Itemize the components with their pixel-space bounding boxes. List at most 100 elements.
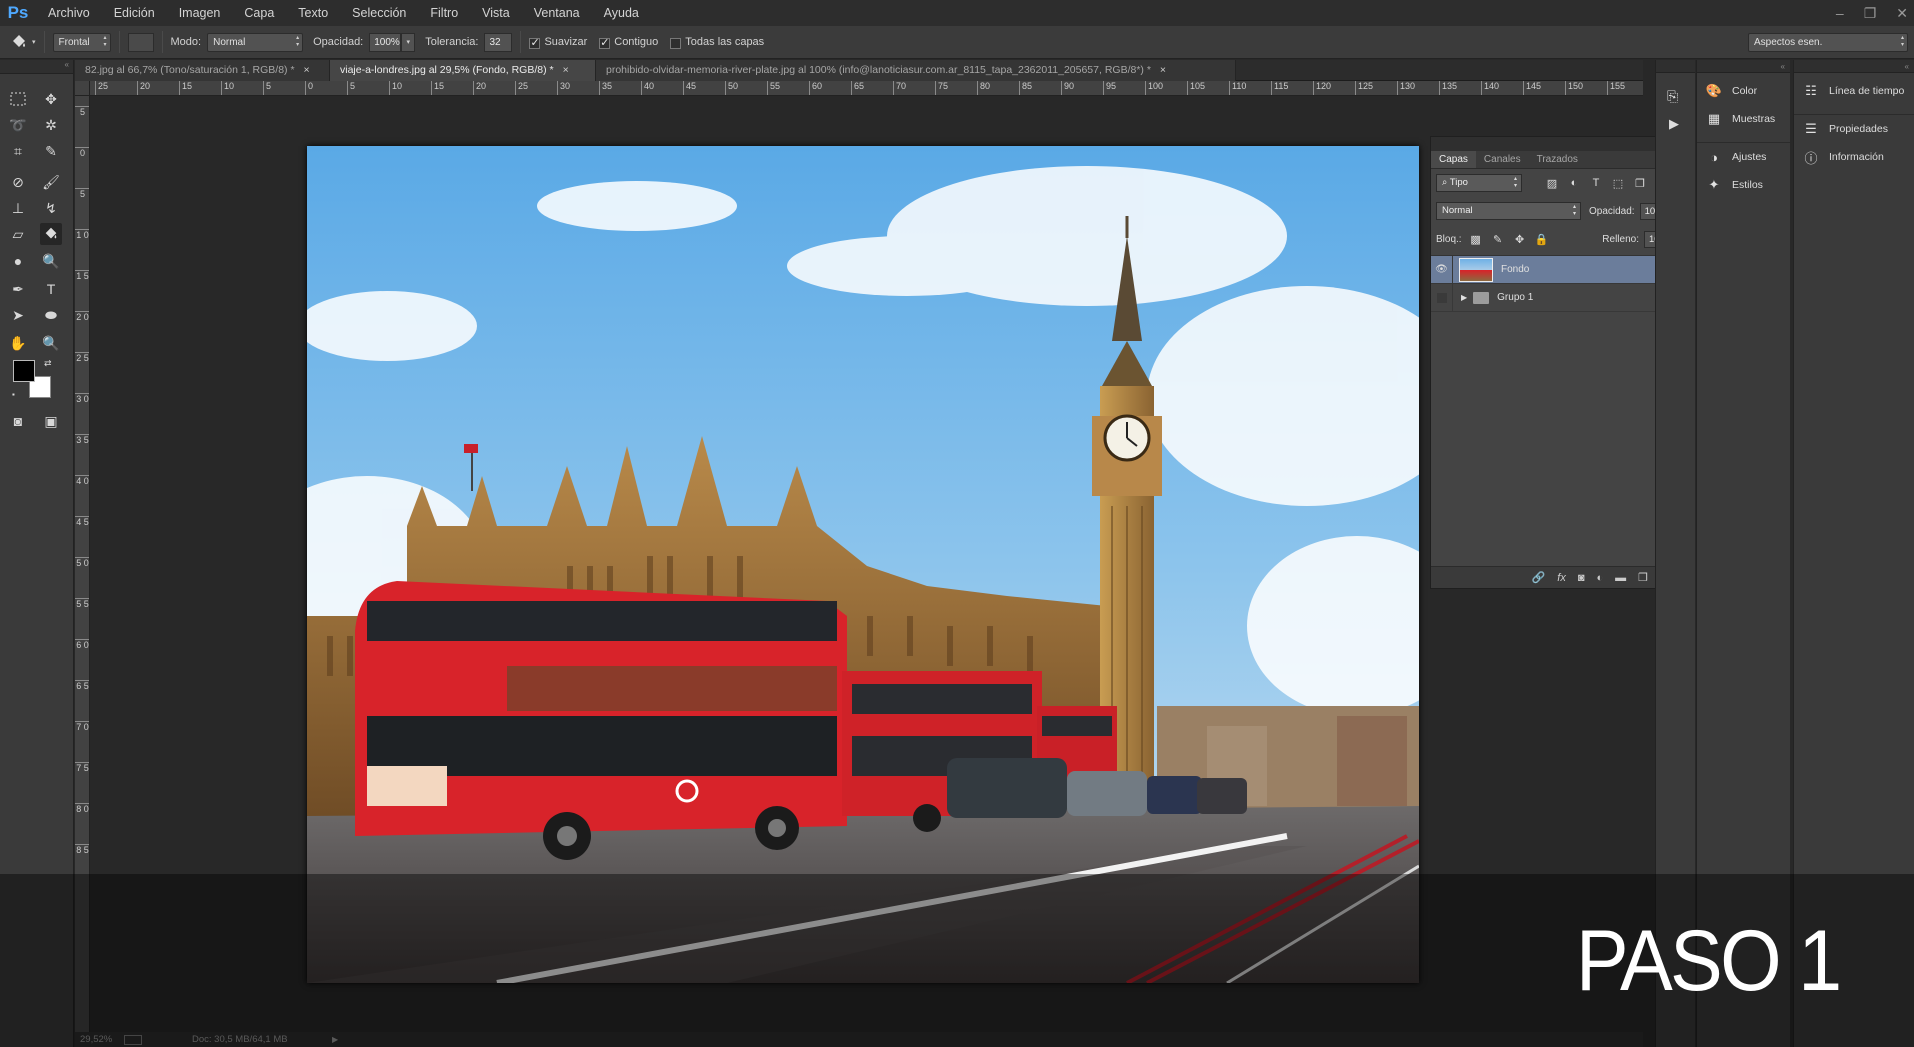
dock-timeline[interactable]: ☷ Línea de tiempo (1794, 77, 1914, 105)
layer-filter-select[interactable]: ⌕ Tipo (1436, 174, 1522, 192)
ruler-h-label: 120 (1313, 81, 1331, 95)
tolerance-input[interactable]: 32 (484, 32, 513, 52)
document-canvas[interactable] (307, 146, 1419, 983)
menu-edicion[interactable]: Edición (102, 0, 167, 26)
zoom-tool-icon[interactable]: 🔍 (40, 332, 62, 354)
smart-object-filter-icon[interactable]: ❐ (1632, 175, 1648, 191)
dock1-header[interactable]: « (1697, 60, 1790, 73)
history-icon[interactable]: ⎘ (1667, 88, 1678, 105)
mode-select[interactable]: Normal (207, 32, 304, 52)
dock-ajustes[interactable]: ◑ Ajustes (1697, 143, 1790, 171)
doc-tab-3[interactable]: prohibido-olvidar-memoria-river-plate.jp… (596, 60, 1236, 81)
opacity-input[interactable]: 100% (369, 32, 402, 52)
eye-icon[interactable]: 👁 (1431, 255, 1453, 284)
path-selection-tool-icon[interactable]: ➤ (7, 304, 29, 326)
layers-panel-header[interactable]: « ✕ (1431, 137, 1692, 151)
lasso-tool-icon[interactable]: ➰ (7, 114, 29, 136)
opacity-dropdown-icon[interactable]: ▾ (401, 32, 416, 52)
brush-tool-icon[interactable]: 🖌 (40, 171, 62, 193)
dock2-header[interactable]: « (1794, 60, 1914, 73)
dock-propiedades[interactable]: ☰ Propiedades (1794, 115, 1914, 143)
menu-ventana[interactable]: Ventana (522, 0, 592, 26)
type-tool-icon[interactable]: T (40, 278, 62, 300)
dock-estilos[interactable]: ✦ Estilos (1697, 171, 1790, 199)
pen-tool-icon[interactable]: ✒ (7, 278, 29, 300)
eraser-tool-icon[interactable]: ▱ (7, 223, 29, 245)
all-layers-checkbox[interactable] (670, 37, 682, 49)
add-mask-icon[interactable]: ◙ (1578, 572, 1585, 584)
history-brush-tool-icon[interactable]: ↯ (40, 197, 62, 219)
layer-row-grupo-1[interactable]: ▶ Grupo 1 (1431, 283, 1679, 312)
ruler-corner[interactable] (75, 81, 90, 96)
pattern-picker[interactable] (127, 32, 154, 52)
tab-trazados[interactable]: Trazados (1529, 151, 1586, 168)
menu-archivo[interactable]: Archivo (36, 0, 102, 26)
lock-transparent-icon[interactable]: ▩ (1468, 231, 1484, 247)
doc-tab-2[interactable]: viaje-a-londres.jpg al 29,5% (Fondo, RGB… (330, 60, 596, 81)
menu-texto[interactable]: Texto (286, 0, 340, 26)
dodge-tool-icon[interactable]: 🔍 (40, 250, 62, 272)
hand-tool-icon[interactable]: ✋ (7, 332, 29, 354)
healing-brush-tool-icon[interactable]: ⊘ (7, 171, 29, 193)
dock-color[interactable]: 🎨 Color (1697, 77, 1790, 105)
new-layer-icon[interactable]: ❐ (1638, 571, 1648, 584)
new-adjustment-icon[interactable]: ◐ (1597, 572, 1604, 584)
lock-image-icon[interactable]: ✎ (1490, 231, 1506, 247)
quick-mask-icon[interactable]: ◙ (7, 410, 29, 432)
blend-mode-select[interactable]: Normal (1436, 202, 1581, 220)
close-icon[interactable]: × (1160, 64, 1166, 76)
fill-source-select[interactable]: Frontal (52, 32, 111, 52)
new-group-icon[interactable]: ▬ (1615, 572, 1626, 584)
paint-bucket-tool-icon[interactable] (40, 223, 62, 245)
marquee-tool-icon[interactable] (7, 88, 29, 110)
expand-arrow-icon[interactable]: ▶ (1461, 293, 1467, 302)
tab-canales[interactable]: Canales (1476, 151, 1529, 168)
chevron-down-icon[interactable]: ▾ (32, 38, 36, 46)
foreground-color-swatch[interactable] (13, 360, 35, 382)
magic-wand-tool-icon[interactable]: ✲ (40, 114, 62, 136)
close-icon[interactable]: × (304, 64, 310, 76)
move-tool-icon[interactable]: ✥ (40, 88, 62, 110)
menu-seleccion[interactable]: Selección (340, 0, 418, 26)
antialias-checkbox[interactable] (529, 36, 541, 49)
tab-capas[interactable]: Capas (1431, 151, 1476, 168)
dock-informacion[interactable]: ⓘ Información (1794, 143, 1914, 171)
menu-filtro[interactable]: Filtro (418, 0, 470, 26)
workspace-select[interactable]: Aspectos esen. (1748, 33, 1908, 52)
visibility-off-icon[interactable] (1431, 283, 1453, 312)
contiguous-checkbox[interactable] (599, 36, 611, 49)
crop-tool-icon[interactable]: ⌗ (7, 140, 29, 162)
lock-position-icon[interactable]: ✥ (1512, 231, 1528, 247)
doc-tab-1[interactable]: 82.jpg al 66,7% (Tono/saturación 1, RGB/… (75, 60, 330, 81)
blur-tool-icon[interactable]: ● (7, 250, 29, 272)
menu-imagen[interactable]: Imagen (167, 0, 233, 26)
link-layers-icon[interactable]: 🔗 (1532, 571, 1546, 584)
close-icon[interactable]: × (563, 64, 569, 76)
menu-vista[interactable]: Vista (470, 0, 522, 26)
clone-stamp-tool-icon[interactable]: ⊥ (7, 197, 29, 219)
dock-strip-header[interactable] (1656, 60, 1695, 73)
horizontal-ruler[interactable]: 25 20 15 10 5 0 5 10 15 20 25 30 35 40 45 50 55 60 65 70 75 8… (90, 81, 1643, 96)
lock-all-icon[interactable]: 🔒 (1534, 231, 1550, 247)
actions-icon[interactable]: ▶ (1669, 116, 1679, 132)
layer-style-icon[interactable]: fx (1557, 572, 1566, 584)
menu-capa[interactable]: Capa (232, 0, 286, 26)
eyedropper-tool-icon[interactable]: ✎ (40, 140, 62, 162)
shape-filter-icon[interactable]: ⬚ (1610, 175, 1626, 191)
tools-panel-header[interactable]: « (0, 60, 73, 74)
adjustment-filter-icon[interactable]: ◐ (1566, 175, 1582, 191)
swap-colors-icon[interactable]: ⇄ (44, 358, 52, 369)
paint-bucket-icon[interactable] (8, 31, 30, 53)
menu-ayuda[interactable]: Ayuda (592, 0, 651, 26)
screen-mode-icon[interactable]: ▣ (40, 410, 62, 432)
minimize-icon[interactable]: – (1836, 5, 1844, 21)
pixel-filter-icon[interactable]: ▨ (1544, 175, 1560, 191)
close-icon[interactable]: ✕ (1896, 5, 1908, 22)
ellipse-tool-icon[interactable]: ⬬ (40, 304, 62, 326)
default-colors-icon[interactable]: ▪ (12, 390, 15, 399)
restore-icon[interactable]: ❐ (1864, 5, 1877, 22)
layer-row-fondo[interactable]: 👁 Fondo (1431, 255, 1679, 284)
type-filter-icon[interactable]: T (1588, 175, 1604, 191)
dock-muestras[interactable]: ▦ Muestras (1697, 105, 1790, 133)
mode-label: Modo: (170, 36, 202, 48)
